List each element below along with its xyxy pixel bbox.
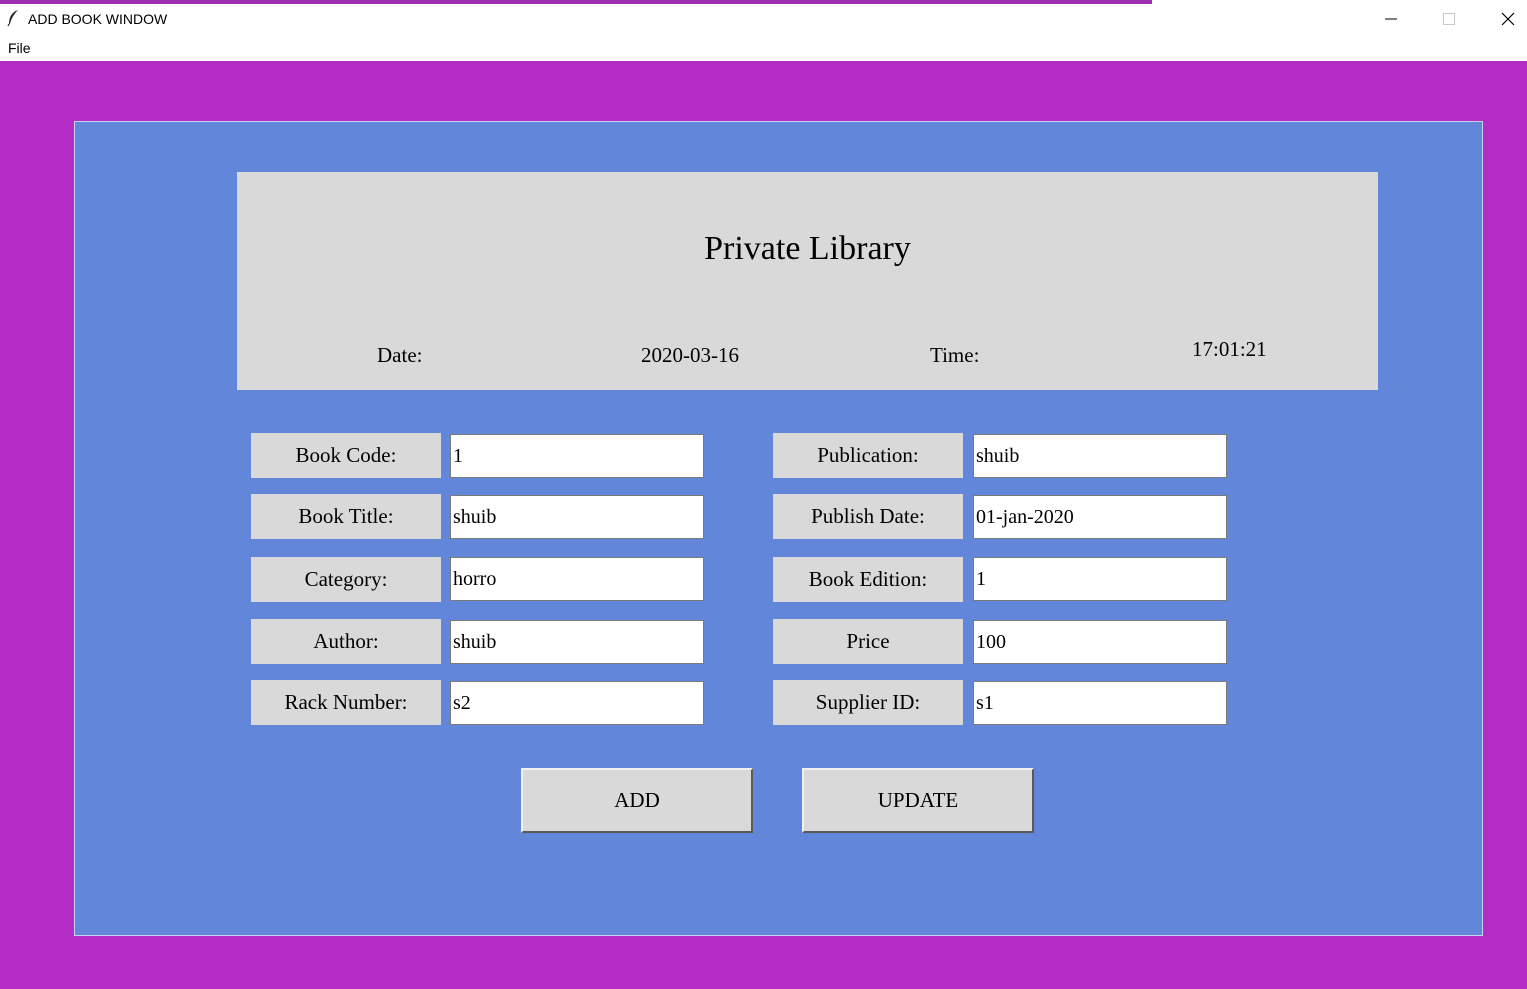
menu-bar: File xyxy=(0,34,1527,61)
close-button[interactable] xyxy=(1479,4,1527,34)
publish-date-input[interactable] xyxy=(973,495,1227,539)
minimize-icon xyxy=(1385,18,1397,20)
category-input[interactable] xyxy=(450,557,704,601)
close-icon xyxy=(1501,12,1515,26)
supplier-id-label: Supplier ID: xyxy=(773,680,963,725)
publication-label: Publication: xyxy=(773,433,963,478)
time-value: 17:01:21 xyxy=(1192,337,1267,361)
publish-date-label: Publish Date: xyxy=(773,494,963,539)
supplier-id-input[interactable] xyxy=(973,681,1227,725)
book-edition-input[interactable] xyxy=(973,557,1227,601)
maximize-icon xyxy=(1443,13,1455,25)
book-edition-label: Book Edition: xyxy=(773,557,963,602)
feather-icon xyxy=(6,9,22,27)
minimize-button[interactable] xyxy=(1362,4,1420,34)
date-label: Date: xyxy=(377,343,423,367)
maximize-button[interactable] xyxy=(1420,4,1478,34)
price-label: Price xyxy=(773,619,963,664)
header-panel: Private Library Date: 2020-03-16 Time: 1… xyxy=(237,172,1378,390)
title-bar: ADD BOOK WINDOW xyxy=(0,4,1527,34)
date-value: 2020-03-16 xyxy=(641,343,739,367)
author-input[interactable] xyxy=(450,620,704,664)
update-button[interactable]: UPDATE xyxy=(802,768,1034,833)
author-label: Author: xyxy=(251,619,441,664)
book-code-label: Book Code: xyxy=(251,433,441,478)
rack-number-input[interactable] xyxy=(450,681,704,725)
menu-file[interactable]: File xyxy=(8,40,31,56)
book-title-label: Book Title: xyxy=(251,494,441,539)
book-title-input[interactable] xyxy=(450,495,704,539)
window-title: ADD BOOK WINDOW xyxy=(28,11,168,27)
category-label: Category: xyxy=(251,557,441,602)
time-label: Time: xyxy=(930,343,980,367)
publication-input[interactable] xyxy=(973,434,1227,478)
add-button[interactable]: ADD xyxy=(521,768,753,833)
page-title: Private Library xyxy=(704,230,911,267)
book-code-input[interactable] xyxy=(450,434,704,478)
price-input[interactable] xyxy=(973,620,1227,664)
rack-number-label: Rack Number: xyxy=(251,680,441,725)
